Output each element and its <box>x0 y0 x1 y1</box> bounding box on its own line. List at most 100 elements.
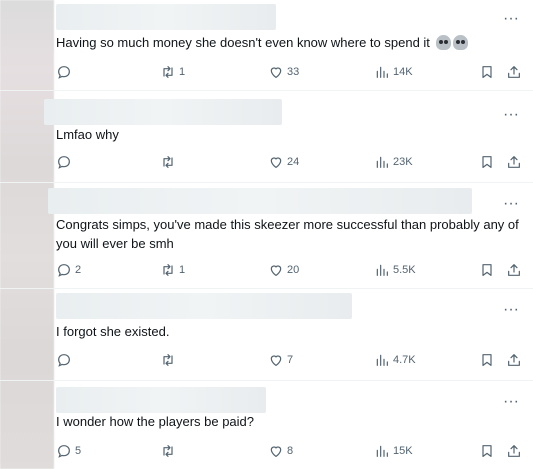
reply-button[interactable] <box>56 351 75 369</box>
bookmark-button[interactable] <box>479 442 495 460</box>
views-chart-icon <box>376 354 388 366</box>
bookmark-button[interactable] <box>479 261 495 279</box>
skull-emoji-icon <box>435 35 451 50</box>
share-button[interactable] <box>506 63 522 81</box>
redacted-author <box>56 4 276 30</box>
more-options-icon[interactable]: ··· <box>501 11 521 28</box>
reply-icon <box>58 156 70 169</box>
share-icon <box>508 354 520 366</box>
reply-icon <box>58 66 70 79</box>
reply-count: 2 <box>75 264 82 276</box>
share-icon <box>508 156 520 168</box>
repost-count: 1 <box>179 66 186 78</box>
heart-icon <box>270 446 282 457</box>
repost-button[interactable] <box>160 351 179 369</box>
like-button[interactable]: 7 <box>268 351 293 369</box>
reply-icon <box>58 264 70 277</box>
views-chart-icon <box>376 264 388 276</box>
like-count: 20 <box>287 264 300 276</box>
reply-button[interactable] <box>56 153 75 171</box>
reply-text-content: Having so much money she doesn't even kn… <box>56 35 430 50</box>
reply-text: I wonder how the players be paid? <box>56 412 521 431</box>
reply-item[interactable]: ··· I forgot she existed. 7 4.7K <box>0 289 533 381</box>
action-bar: 5 8 15K <box>56 442 526 460</box>
bookmark-icon <box>482 264 492 276</box>
like-button[interactable]: 20 <box>268 261 299 279</box>
action-bar: 24 23K <box>56 153 526 171</box>
heart-icon <box>270 157 282 168</box>
like-button[interactable]: 24 <box>268 153 299 171</box>
reply-text: Congrats simps, you've made this skeezer… <box>56 215 521 253</box>
like-count: 8 <box>287 445 294 457</box>
view-count: 15K <box>393 445 413 457</box>
repost-button[interactable]: 1 <box>160 63 185 81</box>
views-chart-icon <box>376 445 388 457</box>
reply-item[interactable]: ··· Having so much money she doesn't eve… <box>0 0 533 91</box>
more-options-icon[interactable]: ··· <box>501 302 521 319</box>
repost-icon <box>163 156 173 168</box>
more-options-icon[interactable]: ··· <box>501 394 521 411</box>
share-icon <box>508 445 520 457</box>
reply-button[interactable]: 5 <box>56 442 81 460</box>
views-button[interactable]: 23K <box>374 153 413 171</box>
share-button[interactable] <box>506 153 522 171</box>
view-count: 4.7K <box>393 354 416 366</box>
redacted-author <box>44 99 282 125</box>
like-count: 7 <box>287 354 294 366</box>
skull-emoji-icon <box>452 35 468 50</box>
reply-button[interactable] <box>56 63 75 81</box>
action-bar: 1 33 14K <box>56 63 526 81</box>
repost-icon <box>163 66 173 78</box>
reply-text: Having so much money she doesn't even kn… <box>56 33 521 52</box>
redacted-author <box>56 293 352 319</box>
heart-icon <box>270 355 282 366</box>
repost-button[interactable] <box>160 153 179 171</box>
reply-icon <box>58 445 70 458</box>
reply-text-content: Lmfao why <box>56 127 119 142</box>
reply-icon <box>58 354 70 367</box>
bookmark-icon <box>482 354 492 366</box>
redacted-author <box>48 188 472 214</box>
repost-icon <box>163 445 173 457</box>
share-icon <box>508 66 520 78</box>
reply-item[interactable]: ··· Lmfao why 24 23K <box>0 91 533 183</box>
bookmark-button[interactable] <box>479 351 495 369</box>
repost-count: 1 <box>179 264 186 276</box>
more-options-icon[interactable]: ··· <box>501 196 521 213</box>
reply-item[interactable]: ··· I wonder how the players be paid? 5 … <box>0 381 533 469</box>
redacted-author <box>56 387 266 413</box>
reply-button[interactable]: 2 <box>56 261 81 279</box>
like-button[interactable]: 33 <box>268 63 299 81</box>
repost-icon <box>163 354 173 366</box>
reply-text: Lmfao why <box>56 125 521 144</box>
views-button[interactable]: 5.5K <box>374 261 416 279</box>
reply-text: I forgot she existed. <box>56 322 521 341</box>
share-button[interactable] <box>506 351 522 369</box>
repost-button[interactable] <box>160 442 179 460</box>
reply-text-content: I forgot she existed. <box>56 324 170 339</box>
bookmark-button[interactable] <box>479 153 495 171</box>
like-button[interactable]: 8 <box>268 442 293 460</box>
view-count: 23K <box>393 156 413 168</box>
heart-icon <box>270 265 282 276</box>
more-options-icon[interactable]: ··· <box>501 107 521 124</box>
views-chart-icon <box>376 156 388 168</box>
bookmark-button[interactable] <box>479 63 495 81</box>
action-bar: 2 1 20 5.5K <box>56 261 526 279</box>
views-chart-icon <box>376 66 388 78</box>
share-button[interactable] <box>506 261 522 279</box>
views-button[interactable]: 15K <box>374 442 413 460</box>
reply-text-content: Congrats simps, you've made this skeezer… <box>56 217 519 251</box>
reply-count: 5 <box>75 445 82 457</box>
views-button[interactable]: 4.7K <box>374 351 416 369</box>
bookmark-icon <box>482 445 492 457</box>
reply-item[interactable]: ··· Congrats simps, you've made this ske… <box>0 183 533 289</box>
heart-icon <box>270 67 282 78</box>
bookmark-icon <box>482 66 492 78</box>
repost-button[interactable]: 1 <box>160 261 185 279</box>
view-count: 5.5K <box>393 264 416 276</box>
like-count: 24 <box>287 156 300 168</box>
reply-text-content: I wonder how the players be paid? <box>56 414 255 429</box>
views-button[interactable]: 14K <box>374 63 413 81</box>
share-button[interactable] <box>506 442 522 460</box>
